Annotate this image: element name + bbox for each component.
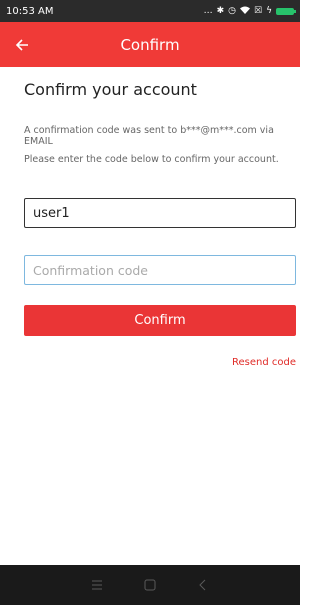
status-time: 10:53 AM [6, 5, 54, 17]
code-sent-info: A confirmation code was sent to b***@m**… [24, 125, 274, 147]
confirm-button[interactable]: Confirm [24, 305, 296, 336]
status-bar: 10:53 AM … ✱ ◷ ☒ ϟ [0, 0, 300, 22]
back-button[interactable] [4, 27, 40, 63]
screen: 10:53 AM … ✱ ◷ ☒ ϟ Confirm Confirm your … [0, 0, 300, 605]
app-bar: Confirm [0, 22, 300, 67]
arrow-left-icon [15, 38, 28, 51]
bluetooth-icon: ✱ [216, 6, 225, 16]
form-heading: Confirm your account [24, 80, 197, 99]
charging-icon: ϟ [266, 6, 272, 16]
instructions-text: Please enter the code below to confirm y… [24, 154, 279, 165]
more-dots-icon: … [203, 6, 213, 16]
sim-icon: ☒ [253, 6, 263, 16]
home-button[interactable] [139, 574, 161, 596]
confirmation-code-input[interactable] [24, 255, 296, 285]
home-icon [144, 579, 156, 591]
confirm-form: Confirm your account A confirmation code… [24, 67, 296, 368]
system-nav-bar [0, 565, 300, 605]
username-value: user1 [33, 205, 70, 221]
username-field[interactable]: user1 [24, 198, 296, 228]
status-icons: … ✱ ◷ ☒ ϟ [203, 6, 296, 17]
battery-icon [276, 7, 296, 15]
menu-button[interactable] [86, 574, 108, 596]
resend-code-link[interactable]: Resend code [232, 357, 296, 368]
alarm-icon: ◷ [228, 6, 236, 16]
page-title: Confirm [120, 35, 180, 54]
nav-back-button[interactable] [192, 574, 214, 596]
back-icon [199, 579, 206, 591]
wifi-icon [239, 6, 250, 17]
menu-icon [91, 580, 102, 590]
